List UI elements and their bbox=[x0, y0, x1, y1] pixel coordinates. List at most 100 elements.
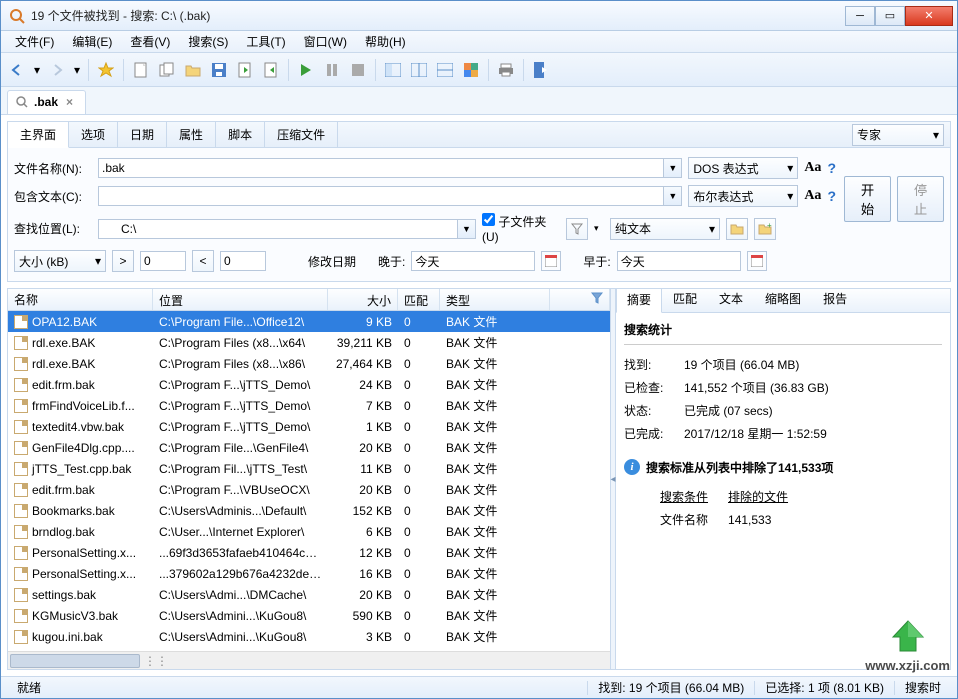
filename-input[interactable] bbox=[98, 158, 664, 178]
browse-folder-button[interactable] bbox=[726, 218, 748, 240]
search-tab[interactable]: .bak × bbox=[7, 90, 86, 114]
mode-select[interactable]: 专家▾ bbox=[852, 124, 944, 146]
layout1-button[interactable] bbox=[381, 58, 405, 82]
tab-close[interactable]: × bbox=[64, 95, 75, 109]
favorite-button[interactable] bbox=[94, 58, 118, 82]
open-button[interactable] bbox=[181, 58, 205, 82]
col-type[interactable]: 类型 bbox=[440, 289, 550, 310]
tab-main[interactable]: 主界面 bbox=[8, 122, 69, 148]
col-size[interactable]: 大小 bbox=[328, 289, 398, 310]
table-row[interactable]: textedit4.vbw.bakC:\Program F...\jTTS_De… bbox=[8, 416, 610, 437]
layout3-button[interactable] bbox=[433, 58, 457, 82]
column-filter-icon[interactable] bbox=[585, 289, 610, 310]
table-row[interactable]: rdl.exe.BAKC:\Program Files (x8...\x86\2… bbox=[8, 353, 610, 374]
back-dropdown[interactable]: ▾ bbox=[31, 58, 43, 82]
back-button[interactable] bbox=[5, 58, 29, 82]
table-row[interactable]: PersonalSetting.x......379602a129b676a42… bbox=[8, 563, 610, 584]
menu-search[interactable]: 搜索(S) bbox=[180, 31, 236, 52]
rtab-summary[interactable]: 摘要 bbox=[616, 289, 662, 313]
layout2-button[interactable] bbox=[407, 58, 431, 82]
subfolders-checkbox[interactable]: 子文件夹(U) bbox=[482, 213, 560, 244]
table-row[interactable]: edit.frm.bakC:\Program F...\VBUseOCX\20 … bbox=[8, 479, 610, 500]
table-row[interactable]: jTTS_Test.cpp.bakC:\Program Fil...\jTTS_… bbox=[8, 458, 610, 479]
export-button[interactable] bbox=[233, 58, 257, 82]
tab-script[interactable]: 脚本 bbox=[216, 122, 265, 147]
exit-button[interactable] bbox=[529, 58, 553, 82]
copy-button[interactable] bbox=[155, 58, 179, 82]
menu-view[interactable]: 查看(V) bbox=[122, 31, 178, 52]
contains-expr-select[interactable]: 布尔表达式▾ bbox=[688, 185, 798, 207]
filter-button[interactable] bbox=[566, 218, 588, 240]
tab-options[interactable]: 选项 bbox=[69, 122, 118, 147]
table-row[interactable]: PersonalSetting.x......69f3d3653fafaeb41… bbox=[8, 542, 610, 563]
rtab-match[interactable]: 匹配 bbox=[662, 289, 708, 312]
menu-edit[interactable]: 编辑(E) bbox=[64, 31, 120, 52]
calendar-icon-1[interactable] bbox=[541, 251, 561, 271]
table-row[interactable]: frmFindVoiceLib.f...C:\Program F...\jTTS… bbox=[8, 395, 610, 416]
close-button[interactable]: ✕ bbox=[905, 6, 953, 26]
contains-input[interactable] bbox=[98, 186, 664, 206]
forward-button[interactable] bbox=[45, 58, 69, 82]
menu-file[interactable]: 文件(F) bbox=[7, 31, 62, 52]
app-icon bbox=[9, 8, 25, 24]
rtab-report[interactable]: 报告 bbox=[812, 289, 858, 312]
forward-dropdown[interactable]: ▾ bbox=[71, 58, 83, 82]
table-row[interactable]: OPA12.BAKC:\Program File...\Office12\9 K… bbox=[8, 311, 610, 332]
col-name[interactable]: 名称 bbox=[8, 289, 153, 310]
save-button[interactable] bbox=[207, 58, 231, 82]
tab-date[interactable]: 日期 bbox=[118, 122, 167, 147]
filter-dropdown[interactable]: ▾ bbox=[594, 223, 604, 234]
new-button[interactable] bbox=[129, 58, 153, 82]
menu-help[interactable]: 帮助(H) bbox=[357, 31, 414, 52]
table-row[interactable]: Bookmarks.bakC:\Users\Adminis...\Default… bbox=[8, 500, 610, 521]
maximize-button[interactable]: ▭ bbox=[875, 6, 905, 26]
table-row[interactable]: brndlog.bakC:\User...\Internet Explorer\… bbox=[8, 521, 610, 542]
table-row[interactable]: edit.frm.bakC:\Program F...\jTTS_Demo\24… bbox=[8, 374, 610, 395]
stop-button[interactable] bbox=[346, 58, 370, 82]
col-loc[interactable]: 位置 bbox=[153, 289, 328, 310]
contains-dropdown[interactable]: ▼ bbox=[664, 186, 682, 206]
case-toggle-2[interactable]: Aa bbox=[804, 188, 821, 204]
case-toggle-1[interactable]: Aa bbox=[804, 160, 821, 176]
color-button[interactable] bbox=[459, 58, 483, 82]
tab-attrs[interactable]: 属性 bbox=[167, 122, 216, 147]
size-unit-select[interactable]: 大小 (kB)▾ bbox=[14, 250, 106, 272]
stop-button[interactable]: 停止 bbox=[897, 176, 944, 222]
rtab-thumbs[interactable]: 缩略图 bbox=[754, 289, 812, 312]
earlier-label: 早于: bbox=[583, 253, 610, 270]
add-folder-button[interactable]: + bbox=[754, 218, 776, 240]
help-icon-2[interactable]: ? bbox=[827, 188, 836, 204]
lookin-input[interactable] bbox=[98, 219, 458, 239]
import-button[interactable] bbox=[259, 58, 283, 82]
minimize-button[interactable]: ─ bbox=[845, 6, 875, 26]
gt-button[interactable]: > bbox=[112, 250, 134, 272]
print-button[interactable] bbox=[494, 58, 518, 82]
filename-expr-select[interactable]: DOS 表达式▾ bbox=[688, 157, 798, 179]
pause-button[interactable] bbox=[320, 58, 344, 82]
table-row[interactable]: rdl.exe.BAKC:\Program Files (x8...\x64\3… bbox=[8, 332, 610, 353]
lookin-dropdown[interactable]: ▼ bbox=[458, 219, 476, 239]
lt-button[interactable]: < bbox=[192, 250, 214, 272]
menu-window[interactable]: 窗口(W) bbox=[296, 31, 355, 52]
horizontal-scrollbar[interactable]: ⋮⋮ bbox=[8, 651, 610, 669]
filename-dropdown[interactable]: ▼ bbox=[664, 158, 682, 178]
menu-tools[interactable]: 工具(T) bbox=[238, 31, 293, 52]
start-button[interactable]: 开始 bbox=[844, 176, 891, 222]
later-input[interactable] bbox=[411, 251, 535, 271]
texttype-select[interactable]: 纯文本▾ bbox=[610, 218, 720, 240]
table-row[interactable]: GenFile4Dlg.cpp....C:\Program File...\Ge… bbox=[8, 437, 610, 458]
play-button[interactable] bbox=[294, 58, 318, 82]
calendar-icon-2[interactable] bbox=[747, 251, 767, 271]
table-row[interactable]: kugou.ini.bakC:\Users\Admini...\KuGou8\3… bbox=[8, 626, 610, 647]
earlier-input[interactable] bbox=[617, 251, 741, 271]
tab-archive[interactable]: 压缩文件 bbox=[265, 122, 338, 147]
table-row[interactable]: KGMusicV3.bakC:\Users\Admini...\KuGou8\5… bbox=[8, 605, 610, 626]
lt-input[interactable] bbox=[220, 251, 266, 271]
gt-input[interactable] bbox=[140, 251, 186, 271]
criteria-panel: 主界面 选项 日期 属性 脚本 压缩文件 专家▾ 文件名称(N): ▼ DOS … bbox=[7, 121, 951, 282]
col-match[interactable]: 匹配 bbox=[398, 289, 440, 310]
rtab-text[interactable]: 文本 bbox=[708, 289, 754, 312]
statusbar: 就绪 找到: 19 个项目 (66.04 MB) 已选择: 1 项 (8.01 … bbox=[1, 676, 957, 698]
table-row[interactable]: settings.bakC:\Users\Admi...\DMCache\20 … bbox=[8, 584, 610, 605]
help-icon-1[interactable]: ? bbox=[827, 160, 836, 176]
